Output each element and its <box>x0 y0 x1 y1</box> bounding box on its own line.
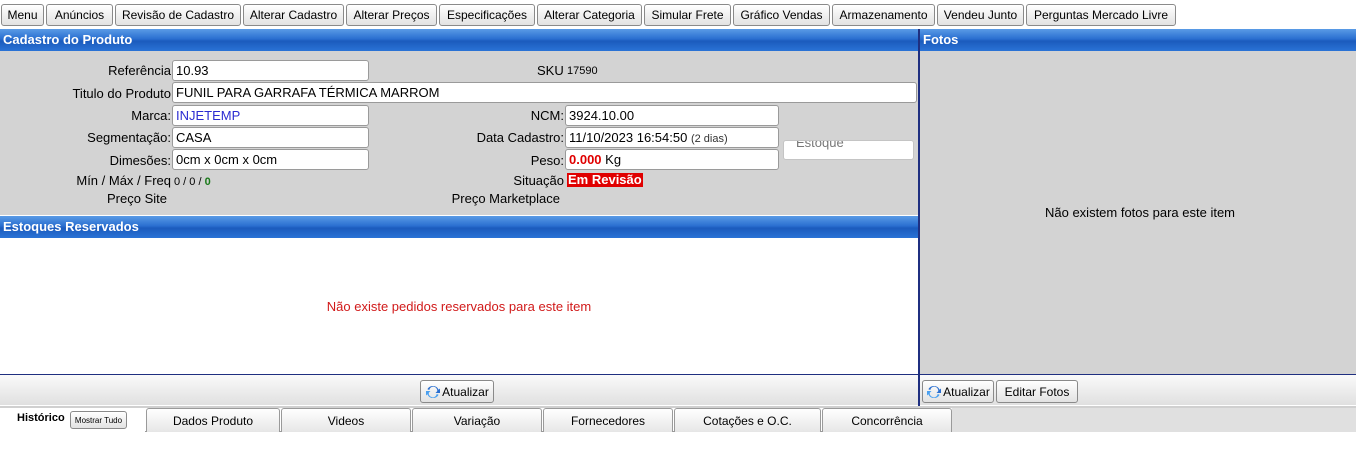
vendeu-junto-button[interactable]: Vendeu Junto <box>937 4 1024 26</box>
dimensoes-label: Dimesões: <box>109 153 171 168</box>
dimensoes-field[interactable]: 0cm x 0cm x 0cm <box>172 149 369 170</box>
titulo-label: Titulo do Produto <box>72 86 171 101</box>
tab-cotacoes[interactable]: Cotações e O.C. <box>674 408 821 432</box>
revisao-cadastro-button[interactable]: Revisão de Cadastro <box>115 4 241 26</box>
data-cadastro-label: Data Cadastro: <box>476 130 564 145</box>
peso-value: 0.000 <box>569 152 602 167</box>
estoque-placeholder: Estoque <box>795 141 845 152</box>
data-cadastro-field: 11/10/2023 16:54:50 (2 dias) <box>565 127 779 148</box>
situacao-badge: Em Revisão <box>567 172 643 187</box>
preco-site-label: Preço Site <box>107 191 167 206</box>
historico-tab[interactable]: Histórico Mostrar Tudo <box>0 408 145 432</box>
referencia-label: Referência <box>108 63 171 78</box>
marca-label: Marca: <box>131 108 171 123</box>
estoque-input[interactable]: Estoque <box>783 140 914 160</box>
editar-fotos-button[interactable]: Editar Fotos <box>996 380 1078 403</box>
top-toolbar: Menu Anúncios Revisão de Cadastro Altera… <box>0 0 1356 28</box>
data-cadastro-age: (2 dias) <box>690 133 728 145</box>
estoques-refresh-label: Atualizar <box>442 384 489 399</box>
peso-label: Peso: <box>530 153 564 168</box>
segmentacao-field[interactable]: CASA <box>172 127 369 148</box>
ncm-field[interactable]: 3924.10.00 <box>565 105 779 126</box>
alterar-cadastro-button[interactable]: Alterar Cadastro <box>243 4 344 26</box>
alterar-categoria-button[interactable]: Alterar Categoria <box>537 4 642 26</box>
peso-unit: Kg <box>605 152 622 167</box>
cadastro-header: Cadastro do Produto <box>0 29 918 51</box>
estoques-refresh-button[interactable]: Atualizar <box>420 380 494 403</box>
fotos-empty-message: Não existem fotos para este item <box>1044 205 1236 220</box>
tab-fornecedores[interactable]: Fornecedores <box>543 408 673 432</box>
referencia-field[interactable]: 10.93 <box>172 60 369 81</box>
tab-videos[interactable]: Videos <box>281 408 411 432</box>
titulo-field[interactable]: FUNIL PARA GARRAFA TÉRMICA MARROM <box>172 82 917 103</box>
tab-dados-produto[interactable]: Dados Produto <box>146 408 280 432</box>
fotos-refresh-label: Atualizar <box>943 384 990 399</box>
preco-marketplace-label: Preço Marketplace <box>451 191 560 206</box>
mostrar-tudo-button[interactable]: Mostrar Tudo <box>70 411 127 429</box>
estoques-panel: Não existe pedidos reservados para este … <box>0 238 918 374</box>
perguntas-mercado-livre-button[interactable]: Perguntas Mercado Livre <box>1026 4 1176 26</box>
tabs-filler <box>952 408 1356 432</box>
menu-button[interactable]: Menu <box>1 4 44 26</box>
fotos-refresh-button[interactable]: Atualizar <box>922 380 994 403</box>
sku-label: SKU <box>537 63 564 78</box>
armazenamento-button[interactable]: Armazenamento <box>832 4 935 26</box>
ncm-label: NCM: <box>530 108 564 123</box>
fotos-header: Fotos <box>920 29 1356 51</box>
refresh-icon <box>426 385 441 398</box>
refresh-icon <box>927 385 942 398</box>
historico-label: Histórico <box>17 412 65 424</box>
data-cadastro-value: 11/10/2023 16:54:50 <box>569 130 688 145</box>
estoques-header: Estoques Reservados <box>0 216 918 238</box>
segmentacao-label: Segmentação: <box>87 130 171 145</box>
estoques-empty-message: Não existe pedidos reservados para este … <box>326 299 592 314</box>
minmax-numbers: 0 / 0 / <box>174 176 202 188</box>
peso-field[interactable]: 0.000 Kg <box>565 149 779 170</box>
freq-value: 0 <box>204 176 211 188</box>
tab-variacao[interactable]: Variação <box>412 408 542 432</box>
minmax-value: 0 / 0 / 0 <box>174 176 211 188</box>
fotos-panel: Não existem fotos para este item <box>920 51 1356 374</box>
tab-concorrencia[interactable]: Concorrência <box>822 408 952 432</box>
grafico-vendas-button[interactable]: Gráfico Vendas <box>733 4 830 26</box>
sku-value: 17590 <box>567 65 598 77</box>
minmax-label: Mín / Máx / Freq <box>76 173 171 188</box>
marca-field[interactable]: INJETEMP <box>172 105 369 126</box>
especificacoes-button[interactable]: Especificações <box>439 4 535 26</box>
alterar-precos-button[interactable]: Alterar Preços <box>346 4 437 26</box>
anuncios-button[interactable]: Anúncios <box>46 4 113 26</box>
simular-frete-button[interactable]: Simular Frete <box>644 4 731 26</box>
situacao-label: Situação <box>513 173 564 188</box>
